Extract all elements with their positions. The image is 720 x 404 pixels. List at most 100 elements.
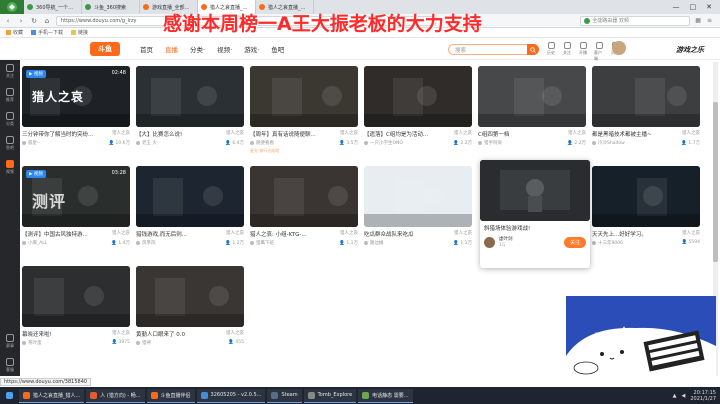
browser-tab[interactable]: 360导航_一个主页，整个世界 — [24, 0, 82, 14]
client-button[interactable]: 客户端 — [594, 42, 604, 62]
video-thumbnail[interactable] — [136, 166, 244, 227]
video-thumbnail[interactable] — [136, 266, 244, 327]
follow-button[interactable]: 关注 — [562, 42, 572, 62]
popup-thumbnail[interactable] — [480, 160, 590, 221]
video-thumbnail[interactable] — [592, 66, 700, 127]
nav-category[interactable]: 分类· — [190, 44, 205, 54]
volume-icon[interactable]: ◀ — [682, 393, 686, 399]
card-category[interactable]: 猎人之哀 — [226, 330, 244, 338]
video-card[interactable]: C组四第一档 猎人之哀 猎手阿柒 👤 2.2万 — [478, 66, 586, 162]
hover-card-popup[interactable]: 斜猎场体验游戏战! 虚叶剑 1万 关注 — [480, 160, 590, 268]
card-category[interactable]: 猎人之哀 — [682, 130, 700, 138]
video-thumbnail[interactable]: ▶ 视频 02:48 猎人之哀 — [22, 66, 130, 127]
sidebar-item-video[interactable]: 视频 — [6, 160, 14, 175]
card-author[interactable]: 一只小学生ONO — [364, 140, 403, 146]
browser-logo-icon[interactable] — [0, 0, 24, 14]
card-category[interactable]: 猎人之哀 — [682, 230, 700, 238]
video-thumbnail[interactable]: ▶ 视频 03:28 测评 — [22, 166, 130, 227]
bookmark-item[interactable]: 手机—下载 — [31, 29, 63, 36]
video-card[interactable]: 吃瓜群众战队来吃瓜 猎人之哀 路边摊 👤 1.1万 — [364, 166, 472, 262]
card-category[interactable]: 猎人之哀 — [112, 230, 130, 238]
card-author[interactable]: 风筝风 — [136, 240, 156, 246]
card-category[interactable]: 猎人之哀 — [112, 130, 130, 138]
video-thumbnail[interactable] — [250, 66, 358, 127]
video-thumbnail[interactable] — [250, 166, 358, 227]
card-category[interactable]: 猎人之哀 — [226, 230, 244, 238]
sidebar-item-events[interactable]: 赛事 — [6, 334, 14, 349]
card-category[interactable]: 猎人之哀 — [454, 130, 472, 138]
nav-home[interactable]: 首页 — [140, 44, 153, 54]
card-title[interactable]: 猎钱游戏,而无后则... — [136, 230, 212, 238]
menu-icon[interactable]: ≡ — [707, 17, 712, 24]
network-icon[interactable]: ▲ — [673, 393, 677, 399]
video-card[interactable]: 【周年】真有话说随便聊... 猎人之哀 随便看看 👤 3.5万 星光·排行达成就 — [250, 66, 358, 162]
card-title[interactable]: 吃瓜群众战队来吃瓜 — [364, 230, 440, 238]
card-author[interactable]: 路边摊 — [364, 240, 384, 246]
card-title[interactable]: 【测评】中国古风独特游... — [22, 230, 98, 238]
sidebar-item-yuba[interactable]: 鱼吧 — [6, 136, 14, 151]
site-logo[interactable]: 斗鱼 — [90, 42, 120, 56]
video-card[interactable]: 【遗落】C组均是为活动... 猎人之哀 一只小学生ONO 👤 2.2万 — [364, 66, 472, 162]
popup-avatar[interactable] — [484, 236, 495, 248]
follow-button[interactable]: 关注 — [563, 236, 586, 248]
refresh-icon[interactable]: ↻ — [30, 17, 38, 25]
video-thumbnail[interactable] — [22, 266, 130, 327]
video-card[interactable]: 猎钱游戏,而无后则... 猎人之哀 风筝风 👤 1.2万 — [136, 166, 244, 262]
card-author[interactable]: 随便看看 — [250, 140, 274, 146]
card-title[interactable]: C组四第一档 — [478, 130, 554, 138]
card-title[interactable]: 都是黑暗技术都被主播~ — [592, 130, 668, 138]
card-category[interactable]: 猎人之哀 — [568, 130, 586, 138]
card-author[interactable]: 猎鹰下班 — [250, 240, 274, 246]
card-category[interactable]: 猎人之哀 — [112, 330, 130, 338]
nav-live[interactable]: 直播 — [165, 44, 178, 54]
clock[interactable]: 20:17:15 2021/1/27 — [690, 390, 716, 402]
card-title[interactable]: 黄勤人口眼来了 0.0 — [136, 330, 212, 338]
card-title[interactable]: 【遗落】C组均是为活动... — [364, 130, 440, 138]
nav-yuba[interactable]: 鱼吧 — [271, 44, 284, 54]
taskbar-item[interactable]: 电话静态 需要... — [358, 388, 413, 403]
user-avatar[interactable] — [612, 41, 626, 55]
card-author[interactable]: 猎神 — [136, 340, 151, 346]
browser-tab[interactable]: 斗鱼_360搜索 — [82, 0, 140, 14]
sidebar-item-recommend[interactable]: 推荐 — [6, 88, 14, 103]
card-category[interactable]: 猎人之哀 — [340, 230, 358, 238]
taskbar-item[interactable]: 猎人之哀直播_猎人... — [19, 388, 85, 403]
video-card[interactable]: 【大】比赛怎么说! 猎人之哀 老王 大 👤 6.4万 — [136, 66, 244, 162]
card-author[interactable]: 冷冷Shadow — [592, 140, 625, 146]
card-title[interactable]: 猎人之哀: 小组-KTG-... — [250, 230, 326, 238]
bookmark-item[interactable]: 链接 — [71, 29, 88, 36]
video-thumbnail[interactable] — [364, 166, 472, 227]
card-author[interactable]: 老王 大 — [136, 140, 157, 146]
video-card[interactable]: 都是黑暗技术都被主播~ 猎人之哀 冷冷Shadow 👤 1.7万 — [592, 66, 700, 162]
taskbar-item[interactable]: 人 (猎方向) - 畅... — [86, 388, 145, 403]
video-card[interactable]: 黄勤人口眼来了 0.0 猎人之哀 猎神 👤 455 — [136, 266, 244, 362]
card-title[interactable]: 【大】比赛怎么说! — [136, 130, 212, 138]
card-category[interactable]: 猎人之哀 — [340, 130, 358, 138]
site-search-input[interactable]: 搜索 — [448, 44, 528, 55]
card-author[interactable]: 小麻_ALL — [22, 240, 47, 246]
video-card[interactable]: ▶ 视频 02:48 猎人之哀 三分钟带你了解当时的突纷... 猎人之哀 孤星·· 👤 10… — [22, 66, 130, 162]
video-thumbnail[interactable] — [364, 66, 472, 127]
taskbar-item[interactable]: Tomb_Explore — [303, 388, 357, 403]
video-thumbnail[interactable] — [592, 166, 700, 227]
scrollbar-thumb[interactable] — [713, 102, 718, 262]
maximize-icon[interactable]: □ — [690, 3, 697, 11]
taskbar-item[interactable]: 斗鱼直播伴侣 — [146, 388, 195, 403]
video-card[interactable]: 幕晓还来啦! 猎人之哀 茶叶蛋 👤 3975 — [22, 266, 130, 362]
card-title[interactable]: 三分钟带你了解当时的突纷... — [22, 130, 98, 138]
forward-icon[interactable]: › — [17, 17, 25, 25]
search-button[interactable] — [527, 44, 539, 55]
video-card[interactable]: 猎人之哀: 小组-KTG-... 猎人之哀 猎鹰下班 👤 1.1万 — [250, 166, 358, 262]
home-icon[interactable]: ⌂ — [43, 17, 51, 25]
nav-games[interactable]: 游戏· — [244, 44, 259, 54]
sidebar-item-category[interactable]: 分类 — [6, 112, 14, 127]
card-author[interactable]: 十三年9006 — [592, 240, 623, 246]
card-author[interactable]: 猎手阿柒 — [478, 140, 502, 146]
video-card[interactable]: ▶ 视频 03:28 测评 【测评】中国古风独特游... 猎人之哀 小麻_ALL 👤 1.4… — [22, 166, 130, 262]
card-author[interactable]: 茶叶蛋 — [22, 340, 42, 346]
broadcast-button[interactable]: 开播 — [578, 42, 588, 62]
card-title[interactable]: 幕晓还来啦! — [22, 330, 98, 338]
card-title[interactable]: 【周年】真有话说随便聊... — [250, 130, 326, 138]
sidebar-item-service[interactable]: 客服 — [6, 358, 14, 373]
sidebar-item-follow[interactable]: 关注 — [6, 64, 14, 79]
